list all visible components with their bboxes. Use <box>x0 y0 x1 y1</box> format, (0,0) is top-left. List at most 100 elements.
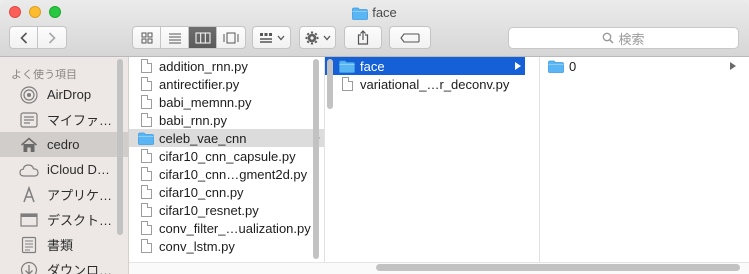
folder-name: face <box>360 58 385 74</box>
sidebar-scrollbar[interactable] <box>117 59 123 235</box>
folder-icon <box>548 58 564 74</box>
sidebar-item-label: アプリケ… <box>47 188 113 203</box>
arrange-icon <box>259 32 272 43</box>
list-item[interactable]: cifar10_cnn.py <box>129 183 324 201</box>
list-item[interactable]: variational_…r_deconv.py <box>325 75 525 93</box>
file-name: variational_…r_deconv.py <box>360 76 510 92</box>
view-gallery-button[interactable] <box>217 27 245 48</box>
file-icon <box>138 148 154 164</box>
desktop-icon <box>18 211 40 229</box>
gallery-view-icon <box>223 32 239 43</box>
chevron-right-icon <box>48 31 56 44</box>
my-files-icon <box>18 111 40 129</box>
sidebar-item-label: AirDrop <box>47 87 92 102</box>
list-item[interactable]: addition_rnn.py <box>129 57 324 75</box>
chevron-down-icon <box>277 35 284 40</box>
applications-icon <box>18 185 40 204</box>
file-icon <box>138 238 154 254</box>
file-name: cifar10_resnet.py <box>159 202 259 218</box>
sidebar-item-label: マイファ… <box>47 113 113 128</box>
file-name: cifar10_cnn…gment2d.py <box>159 166 308 182</box>
share-button[interactable] <box>344 26 382 49</box>
view-icon-button[interactable] <box>133 27 161 48</box>
sidebar-item-icloud-drive[interactable]: iCloud D… <box>0 157 128 182</box>
chevron-left-icon <box>19 31 27 44</box>
file-name: cifar10_cnn.py <box>159 184 244 200</box>
list-item[interactable]: 0 <box>540 57 740 75</box>
list-item[interactable]: antirectifier.py <box>129 75 324 93</box>
file-icon <box>138 76 154 92</box>
file-name: babi_rnn.py <box>159 112 227 128</box>
back-button[interactable] <box>10 27 38 48</box>
sidebar-item-label: iCloud D… <box>47 162 110 177</box>
disclosure-arrow-icon <box>515 62 521 70</box>
file-icon <box>339 76 355 92</box>
arrange-button[interactable] <box>252 26 291 49</box>
list-item-selected-folder[interactable]: celeb_vae_cnn <box>129 129 324 147</box>
list-item[interactable]: conv_filter_…ualization.py <box>129 219 324 237</box>
sidebar-item-applications[interactable]: アプリケ… <box>0 182 128 207</box>
disclosure-arrow-icon <box>730 62 736 70</box>
column-3: 0 <box>539 57 749 262</box>
documents-icon <box>18 236 40 254</box>
view-mode-control <box>132 26 246 49</box>
file-icon <box>138 112 154 128</box>
column-1: addition_rnn.py antirectifier.py babi_me… <box>129 57 324 262</box>
list-item[interactable]: babi_memnn.py <box>129 93 324 111</box>
view-list-button[interactable] <box>161 27 189 48</box>
folder-icon <box>352 7 369 25</box>
view-column-button[interactable] <box>189 27 217 48</box>
window-title: face <box>0 4 749 22</box>
folder-name: celeb_vae_cnn <box>159 130 247 146</box>
list-view-icon <box>168 33 181 43</box>
sidebar-section-favorites: よく使う項目 <box>11 69 77 81</box>
file-icon <box>138 220 154 236</box>
airdrop-icon <box>18 85 40 104</box>
file-icon <box>138 166 154 182</box>
file-icon <box>138 58 154 74</box>
toolbar: face 検索 <box>0 0 749 57</box>
file-name: conv_filter_…ualization.py <box>159 220 311 236</box>
list-item[interactable]: cifar10_cnn_capsule.py <box>129 147 324 165</box>
horizontal-scrollbar[interactable] <box>376 264 740 271</box>
chevron-down-icon <box>323 35 330 40</box>
list-item[interactable]: conv_lstm.py <box>129 237 324 255</box>
sidebar-item-label: デスクト… <box>47 213 113 228</box>
folder-name: 0 <box>569 58 577 74</box>
list-item[interactable]: cifar10_resnet.py <box>129 201 324 219</box>
folder-icon <box>339 58 355 74</box>
file-name: addition_rnn.py <box>159 58 248 74</box>
list-item[interactable]: cifar10_cnn…gment2d.py <box>129 165 324 183</box>
downloads-icon <box>18 261 40 274</box>
sidebar-item-label: 書類 <box>47 238 74 253</box>
sidebar-item-downloads[interactable]: ダウンロ… <box>0 257 128 274</box>
sidebar-item-desktop[interactable]: デスクト… <box>0 207 128 232</box>
list-item[interactable]: babi_rnn.py <box>129 111 324 129</box>
file-name: conv_lstm.py <box>159 238 235 254</box>
list-item-selected-folder[interactable]: face <box>325 57 525 75</box>
sidebar-item-label: ダウンロ… <box>47 263 113 274</box>
file-icon <box>138 94 154 110</box>
window-title-text: face <box>372 5 397 20</box>
column-2-scrollbar[interactable] <box>327 59 333 109</box>
file-icon <box>138 184 154 200</box>
forward-button[interactable] <box>38 27 66 48</box>
column-view-icon <box>195 32 210 43</box>
file-icon <box>138 202 154 218</box>
search-placeholder: 検索 <box>618 31 645 47</box>
sidebar-item-label: cedro <box>47 137 80 152</box>
file-name: cifar10_cnn_capsule.py <box>159 148 296 164</box>
tag-icon <box>400 32 420 43</box>
sidebar-item-documents[interactable]: 書類 <box>0 232 128 257</box>
column-1-scrollbar[interactable] <box>313 59 319 259</box>
sidebar: よく使う項目 AirDrop マイファ… cedro iCloud D… アプリ… <box>0 57 129 274</box>
search-field[interactable]: 検索 <box>508 27 739 49</box>
sidebar-item-my-files[interactable]: マイファ… <box>0 107 128 132</box>
sidebar-item-cedro[interactable]: cedro <box>0 132 128 157</box>
search-icon <box>603 32 615 44</box>
tags-button[interactable] <box>389 26 431 49</box>
finder-window: face 検索 よく使う項目 AirDrop マイファ… cedro iClou… <box>0 0 749 274</box>
sidebar-item-airdrop[interactable]: AirDrop <box>0 82 128 107</box>
gear-icon <box>305 31 318 44</box>
action-button[interactable] <box>299 26 336 49</box>
